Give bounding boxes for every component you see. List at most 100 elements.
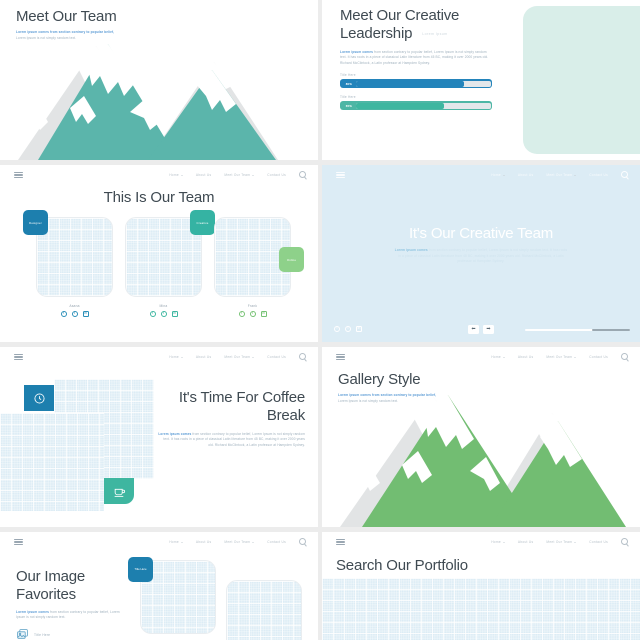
progress-block-2: Title Here 65% (340, 95, 492, 111)
body-rest: Lorem Ipsum is not simply random text. (16, 35, 77, 40)
nav-item-contact[interactable]: Contact Us (589, 540, 608, 544)
member-name: Frank (247, 304, 258, 308)
social-links: f t in (36, 311, 113, 317)
slide-6-body: Lorem ipsum comes from section contrary … (338, 393, 488, 404)
twitter-icon[interactable]: t (71, 311, 78, 317)
slide-thumbnail-image-favorites[interactable]: Home About Us Meet Our Team Contact Us T… (0, 532, 318, 640)
team-card[interactable]: Online Frank f t in (214, 217, 304, 317)
twitter-icon[interactable]: t (160, 311, 167, 317)
slide-thumbnail-search-portfolio[interactable]: Home About Us Meet Our Team Contact Us S… (322, 532, 640, 640)
nav-item-contact[interactable]: Contact Us (589, 173, 608, 177)
clock-icon (24, 385, 54, 411)
hamburger-icon[interactable] (336, 352, 345, 362)
nav-item-contact[interactable]: Contact Us (267, 540, 286, 544)
facebook-icon[interactable]: f (238, 311, 245, 317)
progress-percent: 65% (345, 103, 353, 108)
slide-7-text-block: Our Image Favorites Lorem ipsum comes fr… (16, 568, 121, 621)
slide-thumbnail-gallery-style[interactable]: Home About Us Meet Our Team Contact Us G… (322, 347, 640, 527)
progress-bar-2[interactable]: 65% (340, 101, 492, 111)
slide-5-body: Lorem ipsum comes from section contrary … (157, 432, 305, 449)
nav-item-home[interactable]: Home (169, 540, 183, 544)
gallery-card-2[interactable] (226, 580, 302, 640)
chevron-down-icon (502, 174, 505, 176)
prev-button[interactable]: ⬅ (468, 325, 479, 334)
nav-item-home[interactable]: Home (491, 173, 505, 177)
slide-thumbnail-creative-team-hero[interactable]: Home About Us Meet Our Team Contact Us I… (322, 165, 640, 342)
page-title: Our Image Favorites (16, 568, 121, 605)
carousel-arrows: ⬅ ➡ (468, 325, 494, 334)
nav-item-about[interactable]: About Us (196, 173, 212, 177)
body-lead: Lorem ipsum comes from section contrary … (338, 393, 437, 398)
hamburger-icon[interactable] (336, 537, 345, 547)
facebook-icon[interactable]: f (334, 326, 340, 332)
progress-track (356, 102, 491, 109)
nav-item-about[interactable]: About Us (196, 355, 212, 359)
linkedin-icon[interactable]: in (82, 311, 89, 317)
nav-item-team[interactable]: Meet Our Team (224, 355, 255, 359)
facebook-icon[interactable]: f (149, 311, 156, 317)
linkedin-icon[interactable]: in (356, 326, 362, 332)
team-card[interactable]: Designer Asana f t in (23, 210, 113, 317)
navbar: Home About Us Meet Our Team Contact Us (322, 532, 640, 552)
mint-panel (523, 6, 640, 154)
nav-item-contact[interactable]: Contact Us (589, 355, 608, 359)
hamburger-icon[interactable] (14, 170, 23, 180)
title-line-1: Meet Our Creative (340, 7, 460, 24)
nav-item-team[interactable]: Meet Our Team (224, 540, 255, 544)
nav-item-team[interactable]: Meet Our Team (546, 173, 577, 177)
nav-item-home[interactable]: Home (491, 355, 505, 359)
nav-item-home[interactable]: Home (169, 173, 183, 177)
feature-item: Title Here (16, 628, 50, 640)
search-icon[interactable] (621, 538, 628, 545)
hamburger-icon[interactable] (14, 352, 23, 362)
hero-block: It's Our Creative Team Lorem ipsum comes… (322, 225, 640, 265)
slide-thumbnail-creative-leadership[interactable]: Meet Our Creative Leadership Lorem Ipsum… (322, 0, 640, 160)
slide-6-text-block: Gallery Style Lorem ipsum comes from sec… (338, 371, 488, 404)
slide-thumbnail-this-is-our-team[interactable]: Home About Us Meet Our Team Contact Us T… (0, 165, 318, 342)
nav-links: Home About Us Meet Our Team Contact Us (491, 540, 608, 544)
nav-item-about[interactable]: About Us (518, 173, 534, 177)
chevron-down-icon (252, 174, 255, 176)
nav-item-about[interactable]: About Us (518, 355, 534, 359)
navbar: Home About Us Meet Our Team Contact Us (0, 165, 318, 185)
page-title-wrap: This Is Our Team (0, 189, 318, 207)
linkedin-icon[interactable]: in (260, 311, 267, 317)
page-title: It's Our Creative Team (408, 225, 554, 242)
chevron-down-icon (574, 541, 577, 543)
chevron-down-icon (574, 174, 577, 176)
twitter-icon[interactable]: t (249, 311, 256, 317)
nav-item-contact[interactable]: Contact Us (267, 355, 286, 359)
page-title: Search Our Portfolio (336, 557, 468, 574)
team-card[interactable]: Creative Mina f t in (125, 210, 215, 317)
facebook-icon[interactable]: f (60, 311, 67, 317)
slide-2-text-block: Meet Our Creative Leadership Lorem Ipsum… (340, 7, 492, 111)
progress-slider[interactable] (525, 329, 630, 331)
nav-item-team[interactable]: Meet Our Team (224, 173, 255, 177)
page-title: It's Time For Coffee Break (157, 389, 305, 426)
title-line-1: It's Time For Coffee (178, 389, 305, 406)
hamburger-icon[interactable] (14, 537, 23, 547)
social-links: f t in (334, 326, 362, 332)
nav-item-home[interactable]: Home (491, 540, 505, 544)
nav-item-about[interactable]: About Us (518, 540, 534, 544)
title-line-2: Break (266, 407, 305, 425)
next-button[interactable]: ➡ (483, 325, 494, 334)
navbar: Home About Us Meet Our Team Contact Us (0, 532, 318, 552)
nav-item-about[interactable]: About Us (196, 540, 212, 544)
progress-bar-1[interactable]: 80% (340, 79, 492, 89)
slide-thumbnail-coffee-break[interactable]: Home About Us Meet Our Team Contact Us I… (0, 347, 318, 527)
nav-item-team[interactable]: Meet Our Team (546, 355, 577, 359)
slide-1-body: Lorem ipsum comes from section contrary … (16, 30, 166, 41)
nav-item-home[interactable]: Home (169, 355, 183, 359)
page-title: This Is Our Team (103, 189, 215, 206)
navbar: Home About Us Meet Our Team Contact Us (322, 347, 640, 367)
nav-item-team[interactable]: Meet Our Team (546, 540, 577, 544)
nav-item-contact[interactable]: Contact Us (267, 173, 286, 177)
hamburger-icon[interactable] (336, 170, 345, 180)
twitter-icon[interactable]: t (345, 326, 351, 332)
linkedin-icon[interactable]: in (171, 311, 178, 317)
slider-knob[interactable] (592, 329, 630, 331)
slide-thumbnail-meet-our-team[interactable]: Meet Our Team Lorem ipsum comes from sec… (0, 0, 318, 160)
coffee-cup-icon (104, 478, 134, 504)
chevron-down-icon (574, 356, 577, 358)
